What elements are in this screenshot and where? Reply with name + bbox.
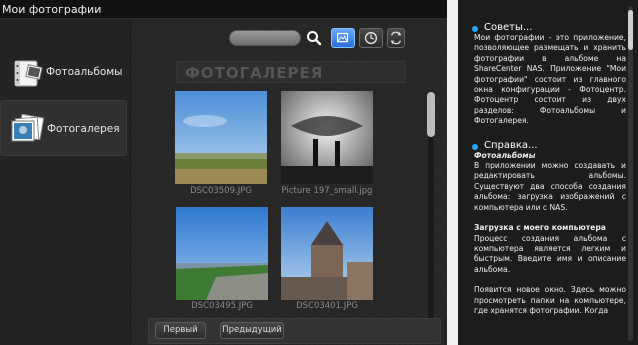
help-heading: Справка... <box>472 140 626 151</box>
help-scrollbar[interactable] <box>628 6 633 341</box>
photo-thumbnail[interactable] <box>175 91 267 184</box>
search-icon[interactable] <box>305 29 323 47</box>
photo-thumbnail[interactable] <box>281 91 373 184</box>
photo-caption: DSC03509.JPG <box>190 186 252 196</box>
sidebar-item-albums[interactable]: Фотоальбомы <box>0 44 127 100</box>
photo-thumbnail[interactable] <box>176 207 268 300</box>
search-input[interactable] <box>229 30 301 46</box>
help-text-window: Появится новое окно. Здесь можно просмот… <box>474 285 626 315</box>
pager: Первый Предыдущий <box>148 318 441 344</box>
scrollbar-thumb[interactable] <box>427 92 435 137</box>
sidebar-item-label: Фотоальбомы <box>46 66 123 78</box>
help-text-albums: В приложении можно создавать и редактиро… <box>474 161 626 212</box>
photo-caption: Picture 197_small.jpg <box>281 186 373 196</box>
photo-caption: DSC03495.JPG <box>191 301 253 311</box>
refresh-icon <box>390 31 402 45</box>
photo-caption: DSC03401.JPG <box>296 301 358 311</box>
refresh-button[interactable] <box>387 28 405 48</box>
sidebar-item-label: Фотогалерея <box>47 123 120 135</box>
first-page-button[interactable]: Первый <box>155 322 206 339</box>
photo-stack-icon <box>11 114 44 142</box>
help-content: Советы... Мои фотографии - это приложени… <box>472 22 626 316</box>
photo-thumbnail[interactable] <box>281 207 373 300</box>
help-subtitle: Фотоальбомы <box>474 150 536 160</box>
photo-image <box>281 207 373 300</box>
panel-divider <box>447 0 458 345</box>
sidebar: Фотоальбомы Фотогалерея <box>0 20 131 345</box>
photo-view-button[interactable] <box>331 28 355 48</box>
tips-text: Мои фотографии - это приложение, позволя… <box>474 33 626 126</box>
timeline-view-button[interactable] <box>359 28 383 48</box>
help-text-upload: Процесс создания альбома с компьютера яв… <box>474 233 626 274</box>
help-scrollbar-thumb[interactable] <box>628 10 633 50</box>
help-panel: Советы... Мои фотографии - это приложени… <box>458 0 638 345</box>
photo-view-icon <box>336 32 349 43</box>
photo-image <box>281 91 373 184</box>
sidebar-item-gallery[interactable]: Фотогалерея <box>0 100 127 156</box>
photo-image <box>175 91 267 184</box>
upload-heading: Загрузка с моего компьютера <box>474 223 606 233</box>
album-book-icon <box>14 60 43 87</box>
tips-heading: Советы... <box>472 22 626 33</box>
previous-page-button[interactable]: Предыдущий <box>220 322 284 339</box>
photo-image <box>176 207 268 300</box>
photo-app-window: Мои фотографии Фотоальбомы Фотогалерея Ф… <box>0 0 447 345</box>
window-title: Мои фотографии <box>0 0 447 19</box>
gallery-title: ФОТОГАЛЕРЕЯ <box>176 61 406 83</box>
gallery-scrollbar[interactable] <box>427 92 435 320</box>
clock-icon <box>364 31 378 45</box>
